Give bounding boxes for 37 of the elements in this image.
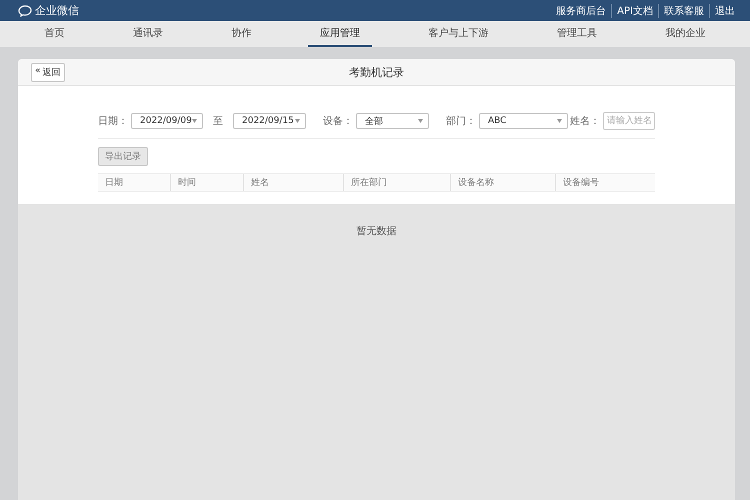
column-header: 设备编号	[555, 174, 654, 191]
device-select[interactable]: 全部	[356, 113, 429, 129]
page-title: 考勤机记录	[349, 64, 404, 80]
dropdown-caret-icon	[418, 119, 423, 123]
back-button[interactable]: « 返回	[31, 62, 65, 82]
filter-label: 至	[213, 115, 223, 128]
department-select[interactable]: ABC	[479, 113, 568, 129]
nav-tab[interactable]: 我的企业	[654, 21, 718, 47]
nav-tab[interactable]: 协作	[219, 21, 264, 47]
name-input[interactable]: 请输入姓名	[603, 112, 655, 130]
date-select[interactable]: 2022/09/15	[233, 113, 306, 129]
header-link[interactable]: API文档	[611, 4, 658, 18]
column-header: 姓名	[243, 174, 343, 191]
export-button[interactable]: 导出记录	[98, 147, 148, 166]
header-link[interactable]: 联系客服	[658, 4, 709, 18]
nav-tab[interactable]: 首页	[32, 21, 76, 47]
nav-tab[interactable]: 应用管理	[308, 21, 372, 47]
filter-label: 设备：	[323, 115, 353, 128]
dropdown-caret-icon	[192, 119, 197, 123]
logo-text: 企业微信	[35, 3, 79, 18]
column-header: 所在部门	[343, 174, 450, 191]
filter-label: 姓名：	[570, 115, 600, 128]
nav-tab[interactable]: 客户与上下游	[416, 21, 501, 47]
dropdown-caret-icon	[295, 119, 300, 123]
chat-bubble-icon	[18, 4, 32, 16]
column-header: 设备名称	[450, 174, 555, 191]
empty-message: 暂无数据	[356, 226, 396, 237]
column-header: 时间	[170, 174, 243, 191]
filter-label: 日期：	[98, 114, 128, 128]
nav-tab[interactable]: 管理工具	[545, 21, 610, 47]
dropdown-caret-icon	[557, 119, 562, 123]
column-header: 日期	[104, 176, 124, 190]
filter-label: 部门：	[446, 114, 476, 128]
header-link[interactable]: 退出	[709, 4, 740, 18]
nav-tab[interactable]: 通讯录	[120, 21, 175, 47]
date-select[interactable]: 2022/09/09	[131, 113, 203, 129]
header-link[interactable]: 服务商后台	[551, 4, 612, 18]
